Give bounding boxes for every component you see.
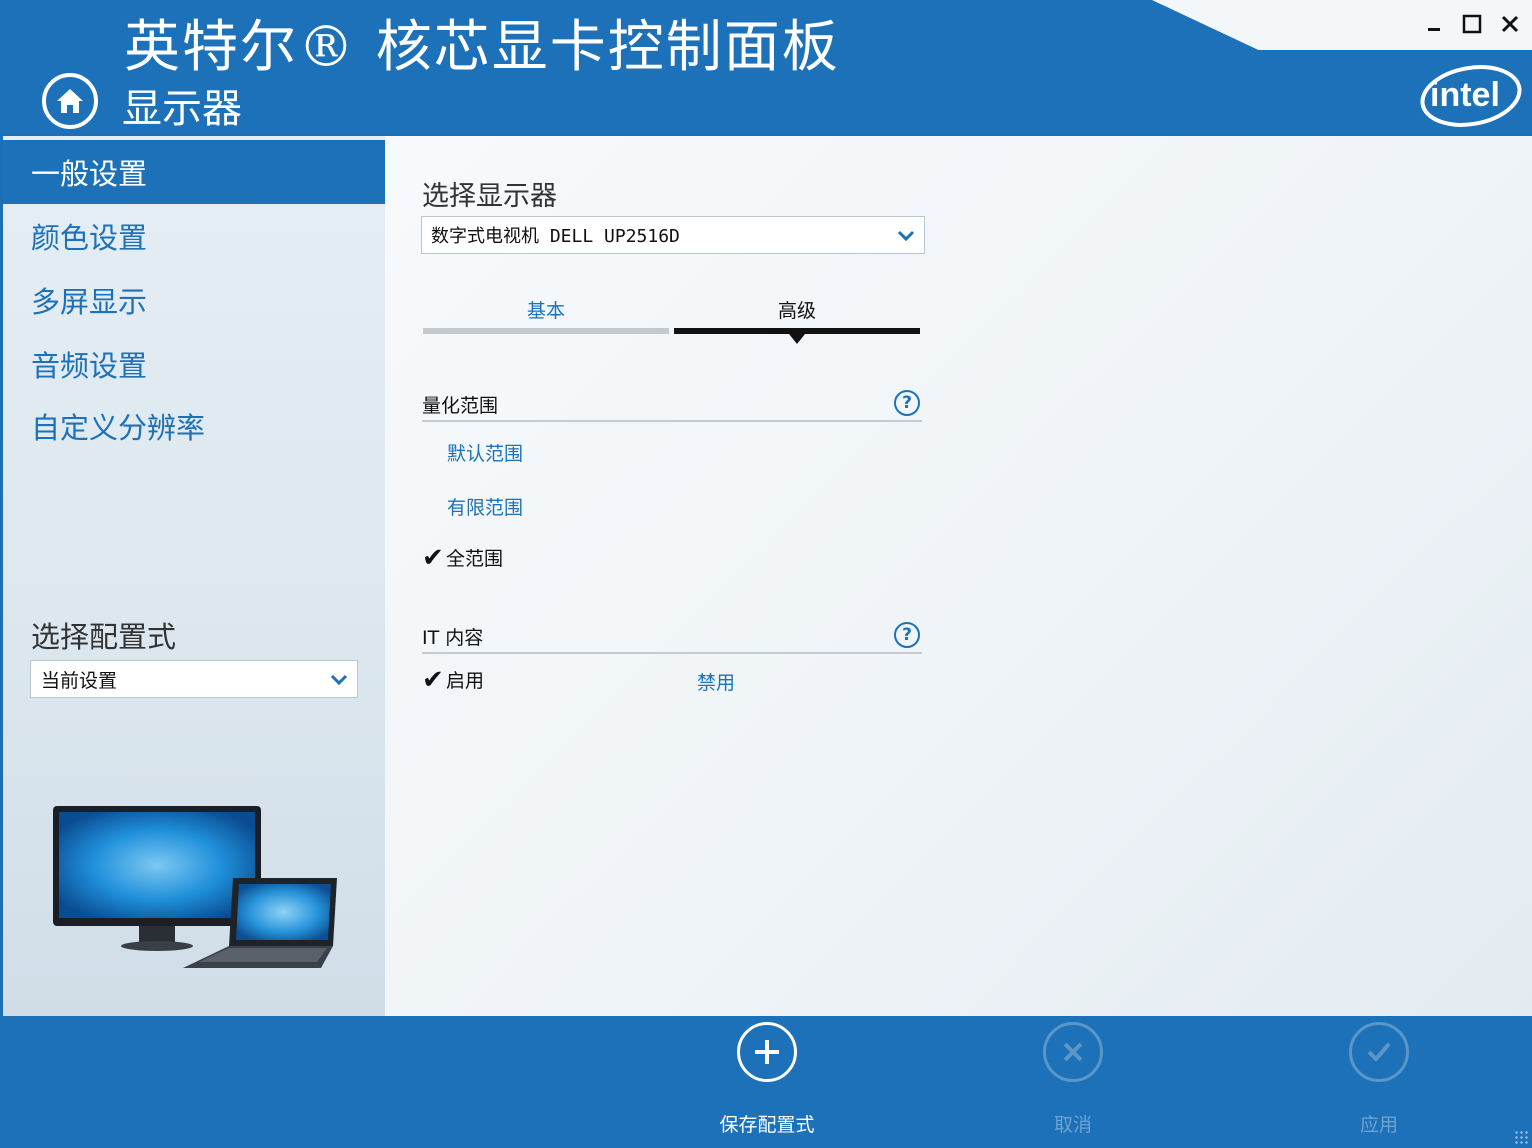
tab-advanced-label: 高级 — [777, 300, 816, 322]
it-content-title: IT 内容 — [422, 626, 484, 649]
app-title: 英特尔® 核芯显卡控制面板 — [124, 15, 840, 80]
display-select[interactable]: 数字式电视机 DELL UP2516D — [421, 216, 925, 254]
display-select-value: 数字式电视机 DELL UP2516D — [431, 226, 680, 247]
quantization-section-header: 量化范围 ? — [422, 388, 922, 422]
intel-logo-icon: intel — [1420, 65, 1522, 127]
maximize-button[interactable] — [1460, 12, 1484, 36]
window-controls — [1422, 12, 1522, 36]
main-panel: 选择显示器 数字式电视机 DELL UP2516D 基本 高级 量化范围 ? 默… — [385, 136, 1532, 1016]
profile-label: 选择配置式 — [31, 620, 177, 654]
title-bar: 英特尔® 核芯显卡控制面板 显示器 intel — [0, 0, 1532, 134]
page-title: 显示器 — [122, 86, 242, 132]
option-default-range[interactable]: 默认范围 — [447, 439, 523, 466]
maximize-icon — [1462, 14, 1482, 34]
option-enable-label: 启用 — [446, 670, 485, 692]
option-full-range[interactable]: ✔ 全范围 — [422, 544, 503, 571]
profile-select-value: 当前设置 — [41, 669, 118, 692]
profile-select[interactable]: 当前设置 — [30, 660, 358, 698]
select-display-label: 选择显示器 — [422, 181, 557, 212]
cancel-circle — [1043, 1022, 1103, 1082]
resize-grip[interactable] — [1514, 1130, 1528, 1144]
apply-circle — [1349, 1022, 1409, 1082]
tab-basic[interactable]: 基本 — [423, 296, 669, 340]
option-full-range-label: 全范围 — [446, 548, 504, 570]
plus-icon — [755, 1040, 779, 1064]
quantization-help-icon[interactable]: ? — [894, 390, 920, 416]
it-content-help-icon[interactable]: ? — [894, 622, 920, 648]
sidebar-item-general[interactable]: 一般设置 — [3, 140, 385, 204]
home-button[interactable] — [42, 73, 98, 129]
tab-advanced[interactable]: 高级 — [674, 296, 920, 344]
tab-active-pointer — [789, 334, 805, 344]
intel-logo-text: intel — [1430, 76, 1500, 114]
chevron-down-icon — [897, 230, 915, 242]
close-button[interactable] — [1498, 12, 1522, 36]
cancel-button[interactable]: 取消 — [1013, 1022, 1133, 1137]
save-profile-button[interactable]: 保存配置式 — [707, 1022, 827, 1137]
cancel-label: 取消 — [1053, 1114, 1092, 1136]
tab-basic-underline — [423, 328, 669, 334]
checkmark-icon — [1367, 1042, 1391, 1062]
sidebar-item-audio[interactable]: 音频设置 — [3, 332, 385, 396]
intel-logo: intel — [1418, 58, 1524, 130]
tab-basic-label: 基本 — [526, 300, 565, 322]
option-enable[interactable]: ✔ 启用 — [422, 666, 484, 693]
minimize-icon — [1428, 28, 1440, 31]
checkmark-icon: ✔ — [422, 542, 444, 573]
save-profile-label: 保存配置式 — [719, 1114, 815, 1136]
save-profile-circle — [737, 1022, 797, 1082]
quantization-title: 量化范围 — [422, 394, 499, 417]
apply-label: 应用 — [1359, 1114, 1398, 1136]
it-content-section-header: IT 内容 ? — [422, 620, 922, 654]
close-icon — [1063, 1042, 1083, 1062]
footer-bar: 保存配置式 取消 应用 — [0, 1016, 1532, 1148]
monitor-laptop-illustration — [53, 806, 337, 968]
close-icon — [1501, 15, 1519, 33]
option-limited-range[interactable]: 有限范围 — [447, 493, 523, 520]
sidebar: 一般设置 颜色设置 多屏显示 音频设置 自定义分辨率 选择配置式 当前设置 — [3, 136, 385, 1016]
minimize-button[interactable] — [1422, 12, 1446, 36]
sidebar-item-multi-display[interactable]: 多屏显示 — [3, 268, 385, 332]
checkmark-icon: ✔ — [422, 664, 444, 695]
home-icon — [57, 89, 83, 113]
chevron-down-icon — [330, 674, 348, 686]
option-disable[interactable]: 禁用 — [697, 668, 735, 695]
sidebar-item-custom-resolution[interactable]: 自定义分辨率 — [3, 394, 385, 458]
tab-bar: 基本 高级 — [423, 296, 921, 346]
apply-button[interactable]: 应用 — [1319, 1022, 1439, 1137]
sidebar-item-color[interactable]: 颜色设置 — [3, 204, 385, 268]
